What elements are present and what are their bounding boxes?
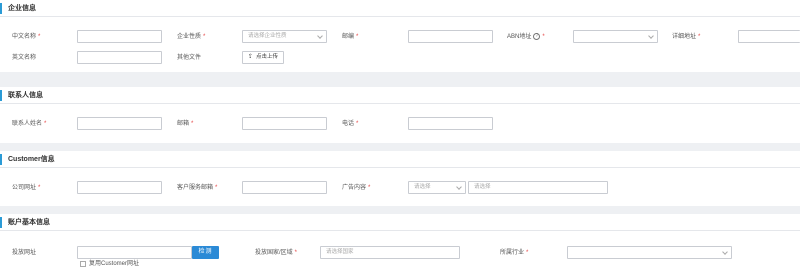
section-accent-bar (0, 154, 2, 165)
upload-icon: ⇪ (248, 54, 254, 60)
ad-url-input[interactable] (77, 246, 192, 259)
abn-label: ABN地址? * (507, 33, 545, 41)
zip-input[interactable] (408, 30, 493, 43)
contact-name-input[interactable] (77, 117, 162, 130)
section-title: 企业信息 (8, 5, 36, 12)
chevron-down-icon (648, 33, 654, 39)
english-name-input[interactable] (77, 51, 162, 64)
account-section: 账户基本信息 投放网址 检测 复用Customer网址 投放国家/区域 * 请选择… (0, 214, 800, 277)
detail-address-label: 详细地址 * (672, 34, 701, 40)
industry-label: 所属行业 * (500, 250, 529, 256)
industry-select[interactable] (567, 246, 732, 259)
contact-name-label: 联系人姓名 * (12, 121, 47, 127)
company-url-label: 公司网址 * (12, 185, 41, 191)
country-region-select[interactable]: 请选择国家 (320, 246, 460, 259)
ad-content-input[interactable]: 请选择 (468, 181, 608, 194)
section-accent-bar (0, 217, 2, 228)
chinese-name-input[interactable] (77, 30, 162, 43)
company-url-input[interactable] (77, 181, 162, 194)
country-region-label: 投放国家/区域 * (255, 250, 298, 256)
company-nature-select[interactable]: 请选择企业性质 (242, 30, 327, 43)
customer-section: Customer信息 公司网址 * 客户服务邮箱 * 广告内容 * 请选择 请选择 (0, 151, 800, 206)
reuse-customer-url-label[interactable]: 复用Customer网址 (89, 260, 139, 268)
ad-url-label: 投放网址 (12, 250, 37, 256)
section-title: 联系人信息 (8, 92, 43, 99)
upload-button[interactable]: ⇪ 点击上传 (242, 51, 285, 64)
question-circle-icon[interactable]: ? (533, 33, 541, 40)
detail-address-input[interactable] (738, 30, 800, 43)
other-files-label: 其他文件 (177, 55, 202, 61)
phone-label: 电话 * (342, 121, 359, 127)
email-input[interactable] (242, 117, 327, 130)
chevron-down-icon (317, 33, 323, 39)
customer-service-email-label: 客户服务邮箱 * (177, 185, 218, 191)
detect-button[interactable]: 检测 (192, 246, 219, 259)
contact-section: 联系人信息 联系人姓名 * 邮箱 * 电话 * (0, 87, 800, 143)
reuse-customer-url-checkbox[interactable] (80, 261, 86, 267)
abn-select[interactable] (573, 30, 658, 43)
ad-content-select[interactable]: 请选择 (408, 181, 466, 194)
account-section-header: 账户基本信息 (0, 214, 800, 231)
customer-section-header: Customer信息 (0, 151, 800, 168)
section-accent-bar (0, 90, 2, 101)
enterprise-section-header: 企业信息 (0, 0, 800, 17)
zip-label: 邮编 * (342, 34, 359, 40)
section-accent-bar (0, 3, 2, 14)
chinese-name-label: 中文名称 * (12, 34, 41, 40)
enterprise-section: 企业信息 中文名称 * 企业性质 * 请选择企业性质 邮编 * ABN地址? * 详细地… (0, 0, 800, 72)
chevron-down-icon (456, 184, 462, 190)
email-label: 邮箱 * (177, 121, 194, 127)
chevron-down-icon (722, 249, 728, 255)
ad-content-label: 广告内容 * (342, 185, 371, 191)
phone-input[interactable] (408, 117, 493, 130)
contact-section-header: 联系人信息 (0, 87, 800, 104)
english-name-label: 英文名称 (12, 55, 37, 61)
company-nature-label: 企业性质 * (177, 34, 206, 40)
section-title: Customer信息 (8, 156, 55, 163)
customer-service-email-input[interactable] (242, 181, 327, 194)
section-title: 账户基本信息 (8, 219, 50, 226)
